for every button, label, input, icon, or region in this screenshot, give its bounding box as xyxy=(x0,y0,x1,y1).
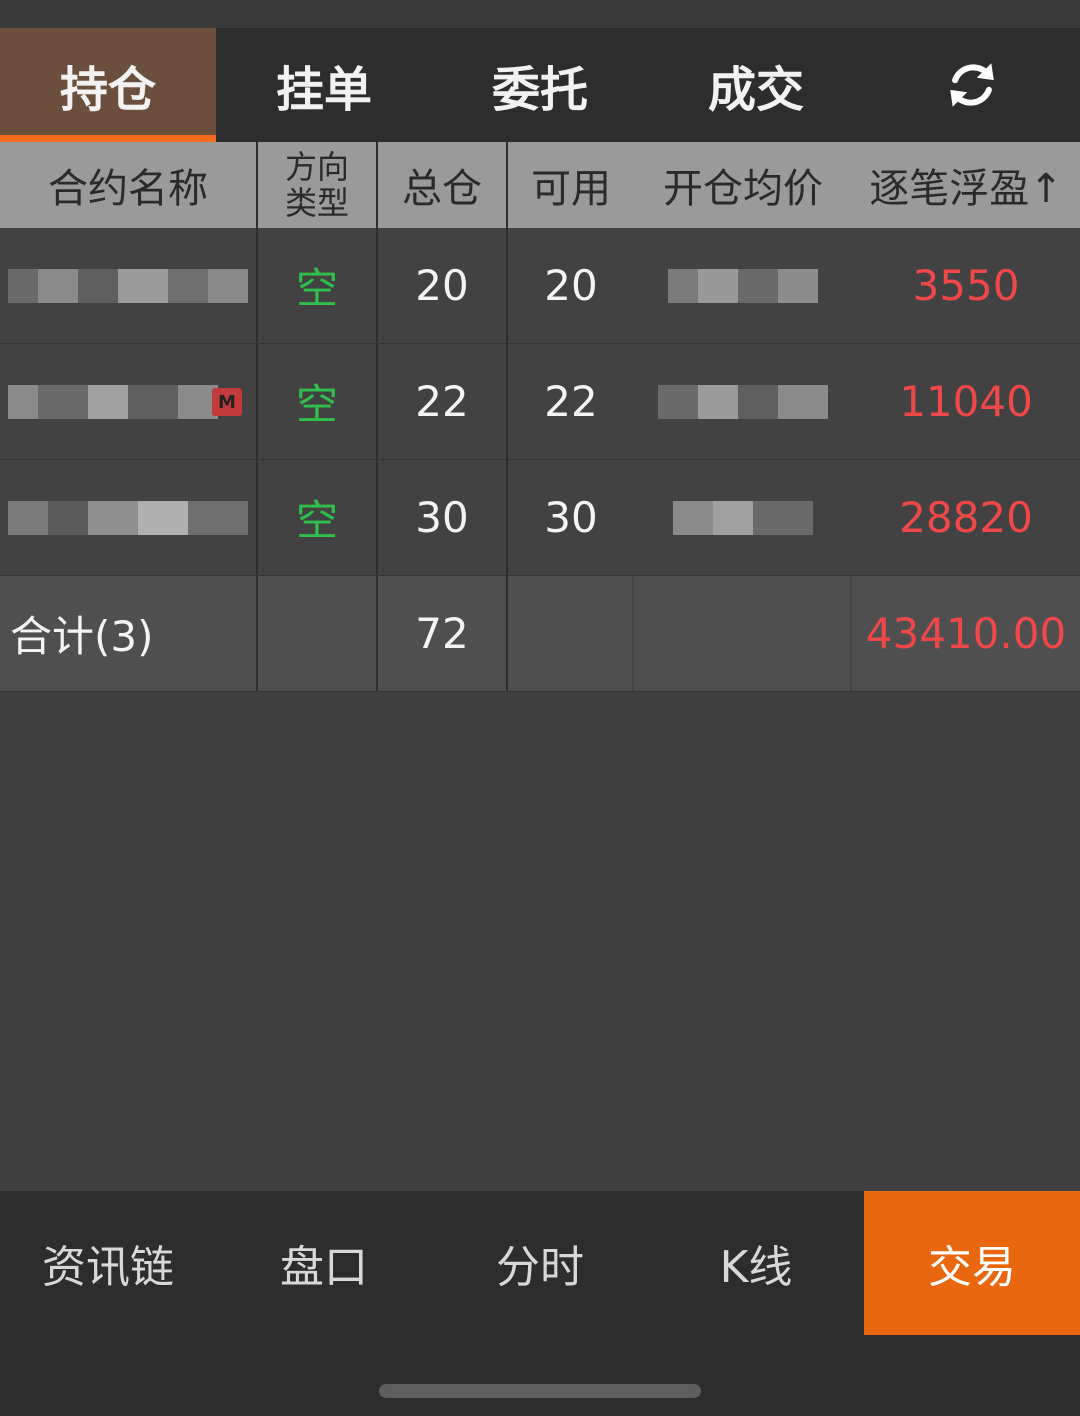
nav-news-chain[interactable]: 资讯链 xyxy=(0,1191,216,1335)
header-direction-line1: 方向 xyxy=(284,148,349,186)
total-direction-empty xyxy=(258,576,378,691)
contract-name-redacted: M xyxy=(0,344,258,459)
header-floating-pnl[interactable]: 逐笔浮盈↑ xyxy=(852,142,1080,228)
status-bar xyxy=(0,0,1080,28)
nav-order-book[interactable]: 盘口 xyxy=(216,1191,432,1335)
total-position-sum: 72 xyxy=(378,576,508,691)
bottom-nav-bar: 资讯链 盘口 分时 K线 交易 xyxy=(0,1191,1080,1335)
table-row[interactable]: M 空 22 22 11040 xyxy=(0,344,1080,460)
available-position: 30 xyxy=(544,493,598,542)
floating-pnl: 11040 xyxy=(899,377,1033,426)
avg-price-redacted xyxy=(634,460,852,575)
header-total-position[interactable]: 总仓 xyxy=(378,142,508,228)
gesture-handle[interactable] xyxy=(379,1384,701,1398)
top-tab-bar: 持仓 挂单 委托 成交 xyxy=(0,28,1080,142)
table-row[interactable]: 空 30 30 28820 xyxy=(0,460,1080,576)
total-row: 合计(3) 72 43410.00 xyxy=(0,576,1080,692)
contract-name-redacted xyxy=(0,228,258,343)
available-position: 20 xyxy=(544,261,598,310)
direction-short: 空 xyxy=(258,228,378,343)
positions-table: 合约名称 方向 类型 总仓 可用 开仓均价 逐笔浮盈↑ 空 20 20 3550… xyxy=(0,142,1080,692)
header-direction-line2: 类型 xyxy=(284,184,349,222)
total-label: 合计(3) xyxy=(0,576,258,691)
tab-positions[interactable]: 持仓 xyxy=(0,28,216,142)
available-position: 22 xyxy=(544,377,598,426)
total-avg-price-empty xyxy=(634,576,852,691)
system-nav-area xyxy=(0,1335,1080,1416)
nav-intraday[interactable]: 分时 xyxy=(432,1191,648,1335)
tab-orders[interactable]: 委托 xyxy=(432,28,648,142)
direction-short: 空 xyxy=(258,460,378,575)
header-available[interactable]: 可用 xyxy=(508,142,634,228)
avg-price-redacted xyxy=(634,344,852,459)
total-available-empty xyxy=(508,576,634,691)
header-contract-name[interactable]: 合约名称 xyxy=(0,142,258,228)
table-row[interactable]: 空 20 20 3550 xyxy=(0,228,1080,344)
floating-pnl: 28820 xyxy=(899,493,1033,542)
total-position: 20 xyxy=(378,228,508,343)
main-contract-badge-icon: M xyxy=(212,388,242,416)
nav-kline[interactable]: K线 xyxy=(648,1191,864,1335)
avg-price-redacted xyxy=(634,228,852,343)
total-position: 22 xyxy=(378,344,508,459)
total-position: 30 xyxy=(378,460,508,575)
direction-short: 空 xyxy=(258,344,378,459)
header-avg-open-price[interactable]: 开仓均价 xyxy=(634,142,852,228)
contract-name-redacted xyxy=(0,460,258,575)
refresh-button[interactable] xyxy=(864,28,1080,142)
tab-pending-orders[interactable]: 挂单 xyxy=(216,28,432,142)
table-header: 合约名称 方向 类型 总仓 可用 开仓均价 逐笔浮盈↑ xyxy=(0,142,1080,228)
floating-pnl: 3550 xyxy=(912,261,1020,310)
header-direction[interactable]: 方向 类型 xyxy=(258,142,378,228)
refresh-icon xyxy=(950,63,994,107)
nav-trade[interactable]: 交易 xyxy=(864,1191,1080,1335)
tab-trades[interactable]: 成交 xyxy=(648,28,864,142)
total-floating-pnl: 43410.00 xyxy=(865,609,1067,658)
